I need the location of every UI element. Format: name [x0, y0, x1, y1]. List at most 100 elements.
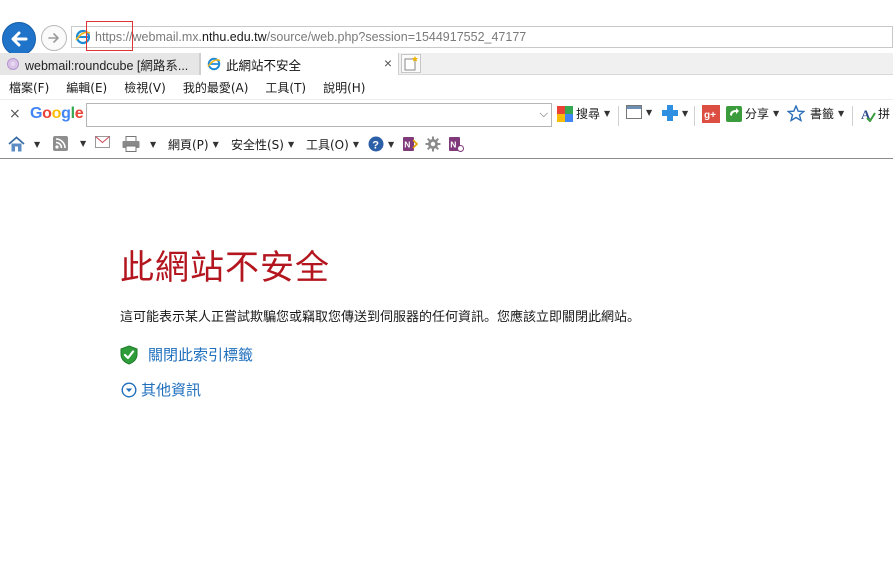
caret-down-icon: ▼: [150, 139, 157, 149]
onenote-linked-notes-button[interactable]: N: [448, 136, 464, 152]
new-tab-button[interactable]: [401, 54, 421, 73]
green-shield-check-icon: [120, 344, 138, 365]
help-menu-button[interactable]: ? ▼: [368, 136, 394, 152]
forward-arrow-icon: [48, 33, 59, 43]
close-tab-link[interactable]: 關閉此索引標籤: [120, 344, 253, 365]
back-arrow-icon: [11, 31, 28, 47]
url-text: https://webmail.mx.nthu.edu.tw/source/we…: [95, 30, 526, 44]
menu-edit[interactable]: 編輯(E): [66, 79, 107, 96]
help-icon: ?: [368, 136, 384, 152]
close-tab-link-label[interactable]: 關閉此索引標籤: [148, 344, 253, 365]
address-bar-row: https://webmail.mx.nthu.edu.tw/source/we…: [0, 20, 893, 56]
warning-description: 這可能表示某人正嘗試欺騙您或竊取您傳送到伺服器的任何資訊。您應該立即關閉此網站。: [120, 310, 641, 325]
menu-view[interactable]: 檢視(V): [124, 79, 166, 96]
rss-feed-icon: [53, 136, 68, 151]
caret-down-icon: ▼: [80, 139, 87, 148]
caret-down-icon: ▼: [34, 139, 41, 149]
onenote-linked-notes-icon: N: [449, 137, 464, 152]
menu-bar: 檔案(F) 編輯(E) 檢視(V) 我的最愛(A) 工具(T) 說明(H): [0, 76, 893, 98]
spellcheck-label: 拼: [878, 107, 891, 121]
tab-strip: webmail:roundcube [網路系... 此網站不安全 ×: [0, 53, 893, 75]
google-search-input[interactable]: [87, 104, 527, 126]
google-spellcheck-button[interactable]: A 拼: [860, 105, 890, 122]
google-search-label: 搜尋: [576, 107, 601, 121]
url-path: /source/web.php?session=1544917552_47177: [266, 30, 527, 44]
printer-icon: [122, 136, 140, 152]
safety-menu-button[interactable]: 安全性(S) ▼: [231, 136, 294, 153]
share-label: 分享: [745, 107, 770, 121]
page-menu-label: 網頁(P): [168, 138, 209, 152]
new-tab-icon: [404, 56, 418, 71]
url-host-prefix: webmail.mx.: [132, 30, 202, 44]
back-button[interactable]: [2, 22, 36, 56]
caret-down-icon: ▼: [352, 140, 359, 149]
svg-text:N: N: [450, 140, 456, 150]
menu-favorites[interactable]: 我的最愛(A): [183, 79, 249, 96]
google-plus-extension-button[interactable]: ▼: [662, 105, 688, 121]
settings-button[interactable]: [425, 136, 441, 152]
google-search-icon: [557, 105, 573, 122]
tab-close-icon[interactable]: ×: [384, 55, 392, 71]
svg-text:N: N: [404, 140, 410, 150]
tab-unsafe-site[interactable]: 此網站不安全 ×: [200, 53, 399, 75]
google-search-box[interactable]: ⌵: [86, 103, 552, 127]
caret-down-icon: ▼: [773, 109, 780, 118]
google-logo: Google: [30, 105, 84, 122]
url-input[interactable]: https://webmail.mx.nthu.edu.tw/source/we…: [71, 26, 893, 48]
caret-down-icon: ▼: [682, 108, 689, 118]
toolbar-divider: [694, 106, 695, 126]
tab-webmail-label: webmail:roundcube [網路系...: [25, 58, 189, 73]
menu-tools[interactable]: 工具(T): [265, 79, 306, 96]
onenote-icon: N: [403, 137, 418, 151]
page-window-icon: [626, 105, 642, 119]
home-button[interactable]: ▼: [8, 136, 40, 152]
tools-menu-button[interactable]: 工具(O) ▼: [306, 136, 359, 153]
mail-icon: [95, 136, 110, 148]
google-search-button[interactable]: 搜尋 ▼: [557, 105, 610, 122]
caret-down-icon: ▼: [388, 139, 395, 149]
more-info-link-label[interactable]: 其他資訊: [141, 379, 201, 400]
caret-down-icon: ▼: [287, 140, 295, 149]
google-plus-icon: g+: [702, 105, 720, 123]
tools-menu-label: 工具(O): [306, 138, 349, 152]
caret-down-icon: ▼: [838, 109, 845, 118]
menu-file[interactable]: 檔案(F): [9, 79, 49, 96]
more-info-link[interactable]: 其他資訊: [121, 379, 201, 400]
star-icon: [787, 105, 805, 122]
google-toolbar-close-icon[interactable]: ×: [9, 106, 21, 122]
google-bookmarks-button[interactable]: 書籤 ▼: [787, 105, 844, 122]
google-share-button[interactable]: 分享 ▼: [726, 105, 779, 122]
ie-page-icon: [207, 57, 221, 71]
google-plus-button[interactable]: g+: [702, 105, 720, 123]
google-page-menu-button[interactable]: ▼: [626, 105, 652, 119]
caret-down-icon: ▼: [212, 140, 219, 149]
url-scheme-highlight-box: [86, 21, 133, 51]
print-button[interactable]: ▼: [122, 136, 156, 152]
page-menu-button[interactable]: 網頁(P) ▼: [168, 136, 219, 153]
toolbar-divider: [618, 106, 619, 126]
gear-icon: [425, 136, 441, 152]
onenote-send-button[interactable]: N: [402, 136, 418, 152]
roundcube-favicon-icon: [7, 58, 19, 70]
read-mail-button[interactable]: [95, 136, 110, 148]
tab-webmail[interactable]: webmail:roundcube [網路系...: [0, 53, 200, 75]
forward-button[interactable]: [41, 25, 67, 51]
home-icon: [8, 136, 25, 152]
feeds-button[interactable]: ▼: [53, 136, 86, 151]
bookmarks-label: 書籤: [810, 107, 835, 121]
spellcheck-icon: A: [861, 107, 876, 122]
google-toolbar: × Google ⌵ 搜尋 ▼ ▼ ▼ g+ 分享 ▼ 書籤 ▼ A 拼: [0, 99, 893, 130]
chevron-down-circle-icon: [121, 381, 137, 398]
chevron-down-icon[interactable]: ⌵: [540, 107, 548, 121]
svg-text:?: ?: [372, 140, 379, 152]
toolbar-divider: [852, 106, 853, 126]
caret-down-icon: ▼: [646, 107, 653, 117]
tab-unsafe-site-label: 此網站不安全: [226, 58, 302, 73]
page-title: 此網站不安全: [120, 248, 330, 288]
blue-cross-icon: [662, 105, 678, 121]
url-host-domain: nthu.edu.tw: [202, 30, 267, 44]
caret-down-icon: ▼: [604, 109, 611, 118]
command-bar: ▼ ▼ ▼ 網頁(P) ▼ 安全性(S) ▼ 工具(O) ▼ ? ▼ N N: [0, 131, 893, 159]
menu-help[interactable]: 說明(H): [323, 79, 365, 96]
share-icon: [726, 105, 742, 122]
